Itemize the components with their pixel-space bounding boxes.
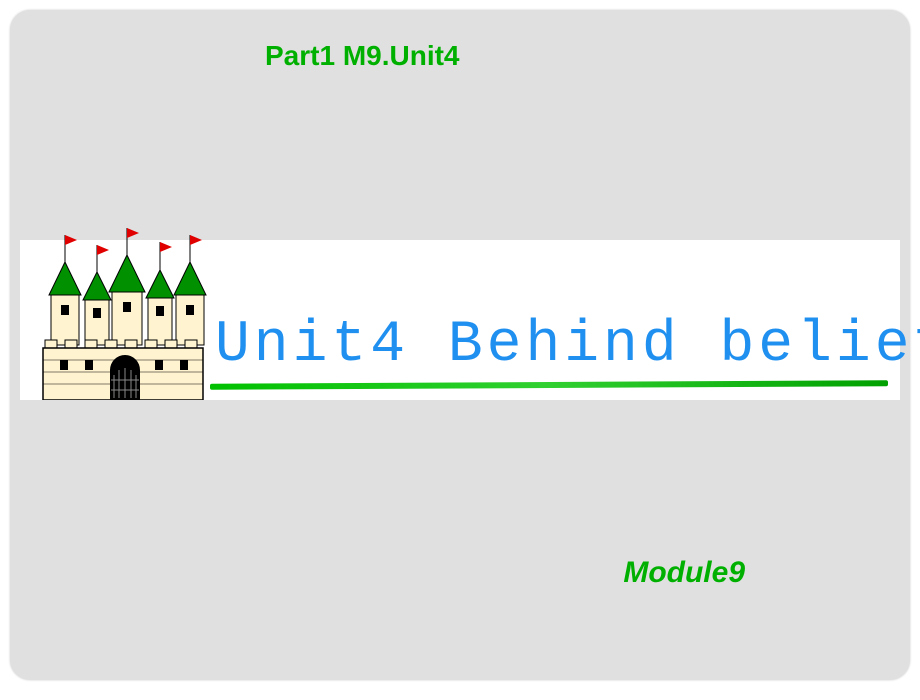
part-label: Part1 M9.Unit4 (265, 40, 460, 72)
castle-icon (35, 220, 210, 400)
module-label: Module9 (623, 556, 745, 590)
title-band: Unit4 Behind beliefs (20, 240, 900, 400)
unit-title: Unit4 Behind beliefs (215, 313, 920, 378)
title-underline (210, 380, 888, 390)
slide-container: Part1 M9.Unit4 (10, 10, 910, 680)
